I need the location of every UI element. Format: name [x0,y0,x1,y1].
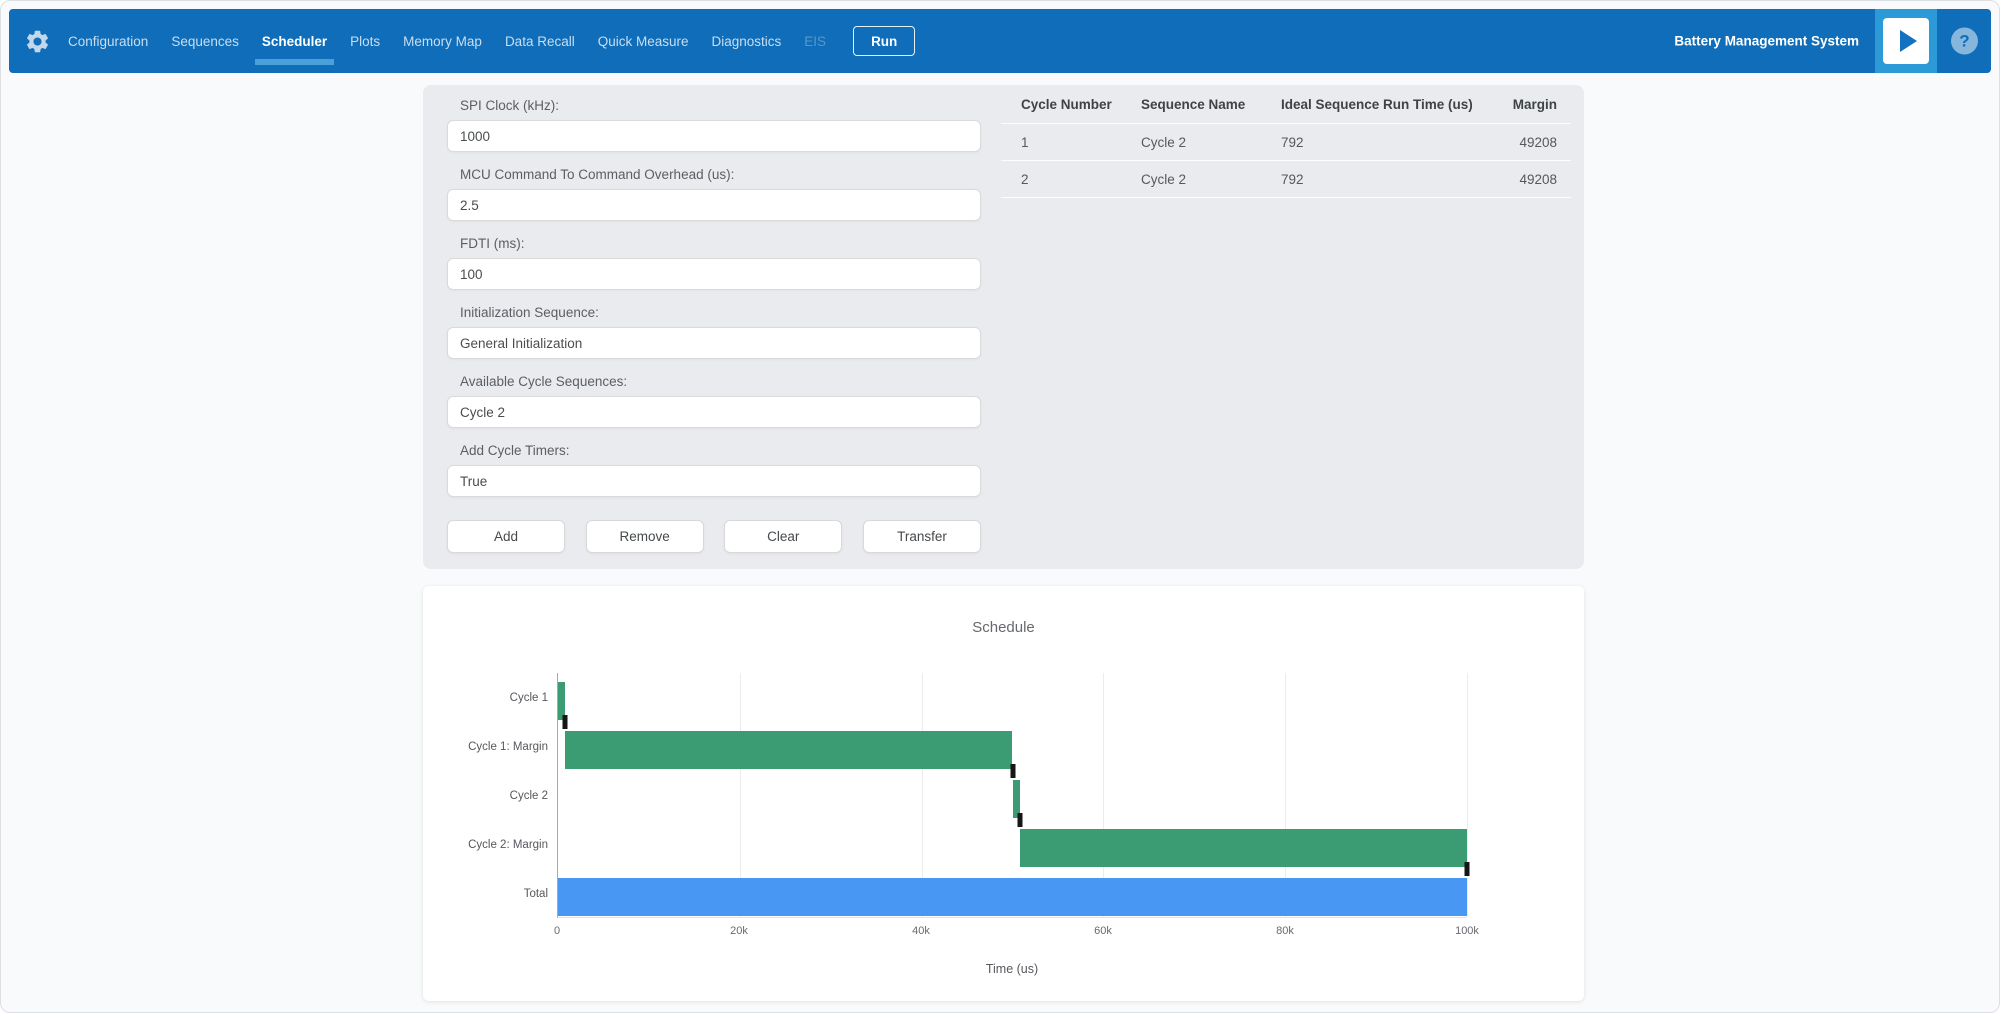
cell: 49208 [1511,135,1557,150]
category-label-cycle-2: Cycle 2 [510,790,548,802]
add-cycle-timers-input[interactable] [447,465,981,497]
x-tick-label: 60k [1094,925,1112,937]
nav-item-configuration[interactable]: Configuration [68,28,148,55]
spi-clock-khz-label: SPI Clock (kHz): [447,85,981,120]
schedule-chart-card: Schedule Time (us) 020k40k60k80k100kCycl… [423,586,1584,1001]
category-label-total: Total [524,888,548,900]
scheduler-form: SPI Clock (kHz): MCU Command To Command O… [447,85,981,553]
fdti-ms-field: FDTI (ms): [447,221,981,290]
schedule-plot [557,673,1467,918]
help-glyph: ? [1959,31,1969,51]
cell: 2 [1021,172,1141,187]
table-row[interactable]: 1Cycle 279249208 [1001,124,1571,161]
initialization-sequence-input[interactable] [447,327,981,359]
chart-marker [1017,813,1022,827]
initialization-sequence-field: Initialization Sequence: [447,290,981,359]
table-header-row: Cycle NumberSequence NameIdeal Sequence … [1001,85,1571,124]
chart-bar-cycle-2-margin [1020,829,1467,867]
chart-title: Schedule [423,586,1584,636]
column-header-ideal-sequence-run-time-us: Ideal Sequence Run Time (us) [1281,97,1511,112]
fdti-ms-input[interactable] [447,258,981,290]
add-cycle-timers-label: Add Cycle Timers: [447,428,981,465]
category-label-cycle-2-margin: Cycle 2: Margin [468,839,548,851]
cell: 1 [1021,135,1141,150]
play-strip [1875,9,1937,73]
nav-item-quick-measure[interactable]: Quick Measure [598,28,689,55]
chart-marker [1465,862,1470,876]
mcu-command-to-command-overhead-us-field: MCU Command To Command Overhead (us): [447,152,981,221]
run-button[interactable]: Run [853,26,915,56]
category-label-cycle-1: Cycle 1 [510,692,548,704]
column-header-margin: Margin [1511,97,1557,112]
chart-bar-total [558,878,1467,916]
cell: Cycle 2 [1141,172,1281,187]
nav-item-scheduler[interactable]: Scheduler [262,28,327,55]
cycles-table: Cycle NumberSequence NameIdeal Sequence … [1001,85,1571,198]
schedule-plot-wrap: Time (us) 020k40k60k80k100kCycle 1Cycle … [557,673,1467,918]
add-button[interactable]: Add [447,520,565,553]
chart-marker [563,715,568,729]
clear-button[interactable]: Clear [724,520,842,553]
available-cycle-sequences-input[interactable] [447,396,981,428]
nav-item-diagnostics[interactable]: Diagnostics [712,28,782,55]
app-window: Configuration Sequences Scheduler Plots Memo… [0,0,2000,1013]
play-icon [1900,30,1917,52]
nav-item-plots[interactable]: Plots [350,28,380,55]
form-buttons-row: Add Remove Clear Transfer [447,520,981,553]
mcu-command-to-command-overhead-us-input[interactable] [447,189,981,221]
help-icon[interactable]: ? [1951,28,1978,55]
cell: Cycle 2 [1141,135,1281,150]
x-tick-label: 0 [554,925,560,937]
spi-clock-khz-field: SPI Clock (kHz): [447,85,981,152]
mcu-command-to-command-overhead-us-label: MCU Command To Command Overhead (us): [447,152,981,189]
chart-gridline [1467,673,1468,917]
nav-item-data-recall[interactable]: Data Recall [505,28,575,55]
scheduler-settings-panel: SPI Clock (kHz): MCU Command To Command O… [423,85,1584,569]
column-header-cycle-number: Cycle Number [1021,97,1141,112]
play-button[interactable] [1883,18,1929,64]
add-cycle-timers-field: Add Cycle Timers: [447,428,981,497]
x-tick-label: 100k [1455,925,1479,937]
cell: 49208 [1511,172,1557,187]
column-header-sequence-name: Sequence Name [1141,97,1281,112]
nav-item-memory-map[interactable]: Memory Map [403,28,482,55]
available-cycle-sequences-field: Available Cycle Sequences: [447,359,981,428]
cell: 792 [1281,172,1511,187]
nav-menu: Configuration Sequences Scheduler Plots Memo… [68,28,826,55]
chart-bar-cycle-1-margin [565,731,1012,769]
available-cycle-sequences-label: Available Cycle Sequences: [447,359,981,396]
spi-clock-khz-input[interactable] [447,120,981,152]
remove-button[interactable]: Remove [586,520,704,553]
nav-item-sequences[interactable]: Sequences [171,28,239,55]
x-axis-title: Time (us) [986,962,1038,976]
nav-item-eis[interactable]: EIS [804,28,826,55]
table-row[interactable]: 2Cycle 279249208 [1001,161,1571,198]
cell: 792 [1281,135,1511,150]
top-navbar: Configuration Sequences Scheduler Plots Memo… [9,9,1991,73]
x-tick-label: 40k [912,925,930,937]
app-title: Battery Management System [1674,34,1859,49]
x-tick-label: 20k [730,925,748,937]
fdti-ms-label: FDTI (ms): [447,221,981,258]
chart-marker [1010,764,1015,778]
settings-gear-icon[interactable] [24,28,51,55]
initialization-sequence-label: Initialization Sequence: [447,290,981,327]
transfer-button[interactable]: Transfer [863,520,981,553]
x-tick-label: 80k [1276,925,1294,937]
category-label-cycle-1-margin: Cycle 1: Margin [468,741,548,753]
